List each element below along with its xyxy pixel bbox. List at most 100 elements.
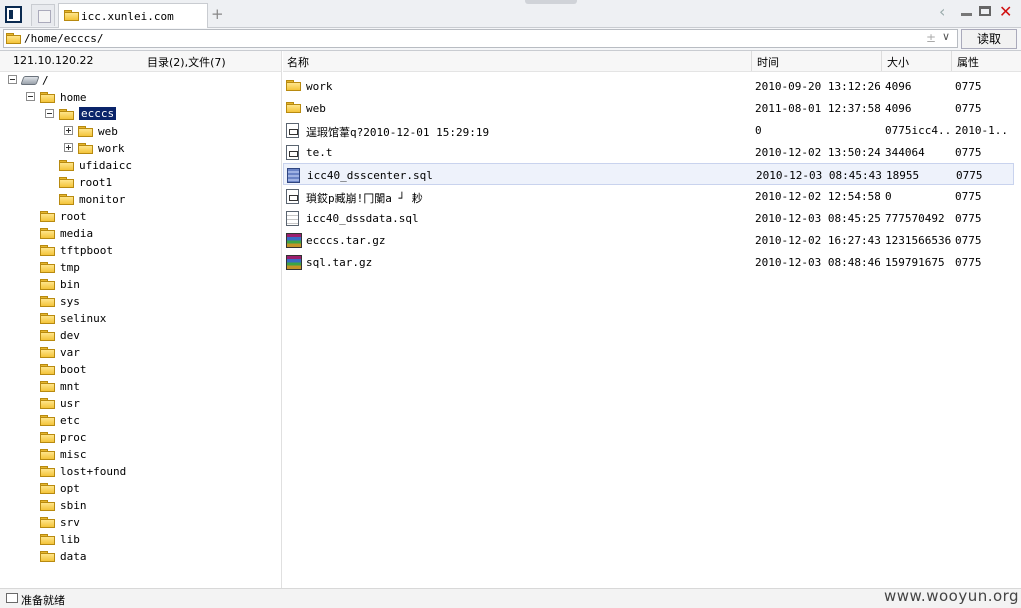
tree-item[interactable]: lost+found	[0, 463, 280, 479]
folder-icon	[64, 10, 79, 21]
folder-icon	[40, 211, 55, 222]
close-icon[interactable]: ✕	[999, 3, 1012, 21]
tree-item[interactable]: ufidaicc	[0, 157, 280, 173]
folder-icon	[40, 466, 55, 477]
server-ip: 121.10.120.22	[13, 54, 94, 67]
file-attr: 0775	[955, 256, 982, 269]
file-row[interactable]: icc40_dssdata.sql 2010-12-03 08:45:25 7775…	[283, 207, 1013, 229]
tree-item[interactable]: dev	[0, 327, 280, 343]
tree-item[interactable]: ecccs	[0, 106, 280, 122]
folder-icon	[59, 194, 74, 205]
expand-icon[interactable]	[64, 143, 73, 152]
tab-active[interactable]: icc.xunlei.com	[58, 3, 208, 28]
tree-item[interactable]: web	[0, 123, 280, 139]
tree-item-label: misc	[60, 448, 87, 461]
tree-item[interactable]: root	[0, 208, 280, 224]
tree-item[interactable]: selinux	[0, 310, 280, 326]
panel-toggle-icon[interactable]	[5, 6, 22, 23]
tab-blank[interactable]	[31, 4, 55, 26]
file-list: work 2010-09-20 13:12:26 4096 0775 web 2011-0…	[283, 75, 1021, 585]
tree-item[interactable]: monitor	[0, 191, 280, 207]
tree-item-label: sys	[60, 295, 80, 308]
title-bar: icc.xunlei.com + ‹ ✕	[0, 0, 1021, 28]
document-icon	[286, 145, 299, 160]
tree-item[interactable]: lib	[0, 531, 280, 547]
file-row[interactable]: te.t 2010-12-02 13:50:24 344064 0775	[283, 141, 1013, 163]
expand-icon[interactable]	[64, 126, 73, 135]
tree-item-label: proc	[60, 431, 87, 444]
collapse-icon[interactable]	[26, 92, 35, 101]
tree-item[interactable]: etc	[0, 412, 280, 428]
tree-item[interactable]: var	[0, 344, 280, 360]
file-row[interactable]: sql.tar.gz 2010-12-03 08:48:46 159791675 07…	[283, 251, 1013, 273]
tree-item[interactable]: proc	[0, 429, 280, 445]
column-divider[interactable]	[881, 51, 882, 71]
tree-item[interactable]: work	[0, 140, 280, 156]
folder-icon	[40, 313, 55, 324]
file-size: 344064	[885, 146, 925, 159]
file-attr: 0775	[955, 80, 982, 93]
file-list-header: 名称 时间 大小 属性	[283, 51, 1021, 72]
tree-item[interactable]: sbin	[0, 497, 280, 513]
column-size[interactable]: 大小	[887, 54, 909, 70]
window-grab-handle[interactable]	[525, 0, 577, 4]
column-name[interactable]: 名称	[287, 54, 309, 70]
column-attr[interactable]: 属性	[957, 54, 979, 70]
file-size: 777570492	[885, 212, 945, 225]
tree-item[interactable]: mnt	[0, 378, 280, 394]
tree-item[interactable]: media	[0, 225, 280, 241]
column-divider[interactable]	[951, 51, 952, 71]
minimize-icon[interactable]	[961, 13, 972, 16]
file-time: 2010-09-20 13:12:26	[755, 80, 880, 93]
file-row[interactable]: ecccs.tar.gz 2010-12-02 16:27:43 123156653…	[283, 229, 1013, 251]
collapse-icon[interactable]	[45, 109, 54, 118]
tree-item[interactable]: sys	[0, 293, 280, 309]
archive-icon	[286, 255, 302, 270]
tree-item[interactable]: tmp	[0, 259, 280, 275]
tree-item[interactable]: boot	[0, 361, 280, 377]
column-time[interactable]: 时间	[757, 54, 779, 70]
tree-item[interactable]: srv	[0, 514, 280, 530]
tree-item-label: dev	[60, 329, 80, 342]
folder-icon	[59, 109, 74, 120]
directory-tree: / home ecccs web work ufidaicc root1 monitor roo…	[0, 72, 281, 588]
status-window-icon	[6, 593, 18, 603]
folder-icon	[6, 33, 21, 44]
folder-icon	[40, 381, 55, 392]
path-input[interactable]	[24, 31, 904, 46]
tree-item[interactable]: home	[0, 89, 280, 105]
watermark: www.wooyun.org	[884, 587, 1020, 605]
panel-divider[interactable]	[281, 51, 282, 588]
file-row[interactable]: 瑣銰p臧崩!冂闌a ┘ 耖 2010-12-02 12:54:58 0 0775	[283, 185, 1013, 207]
add-tab-button[interactable]: +	[211, 5, 224, 23]
path-field[interactable]: ± ∨	[3, 29, 958, 48]
file-row[interactable]: web 2011-08-01 12:37:58 4096 0775	[283, 97, 1013, 119]
tree-item[interactable]: bin	[0, 276, 280, 292]
collapse-icon[interactable]	[8, 75, 17, 84]
tree-item[interactable]: /	[0, 72, 280, 88]
file-time: 2010-12-03 08:48:46	[755, 256, 880, 269]
folder-icon	[40, 92, 55, 103]
tree-item[interactable]: data	[0, 548, 280, 564]
back-chevron-icon[interactable]: ‹	[939, 3, 945, 21]
tree-item-label: selinux	[60, 312, 107, 325]
maximize-icon[interactable]	[979, 6, 991, 16]
tree-item[interactable]: misc	[0, 446, 280, 462]
file-row[interactable]: icc40_dsscenter.sql 2010-12-03 08:45:43 18…	[283, 163, 1014, 185]
folder-icon	[40, 279, 55, 290]
tree-item-label: srv	[60, 516, 80, 529]
file-row[interactable]: 逞瑕馆葦q?2010-12-01 15:29:19 0 0775icc4... 201…	[283, 119, 1013, 141]
tree-item[interactable]: opt	[0, 480, 280, 496]
file-name: 逞瑕馆葦q?2010-12-01 15:29:19	[306, 126, 490, 139]
chevron-down-icon[interactable]: ∨	[942, 30, 950, 43]
file-size: 4096	[885, 102, 912, 115]
column-divider[interactable]	[751, 51, 752, 71]
file-row[interactable]: work 2010-09-20 13:12:26 4096 0775	[283, 75, 1013, 97]
read-button[interactable]: 读取	[961, 29, 1017, 49]
tree-item[interactable]: tftpboot	[0, 242, 280, 258]
tree-item[interactable]: usr	[0, 395, 280, 411]
plus-minus-icon[interactable]: ±	[926, 31, 936, 45]
tree-item[interactable]: root1	[0, 174, 280, 190]
file-name: ecccs.tar.gz	[306, 234, 386, 247]
file-attr: 0775	[955, 212, 982, 225]
